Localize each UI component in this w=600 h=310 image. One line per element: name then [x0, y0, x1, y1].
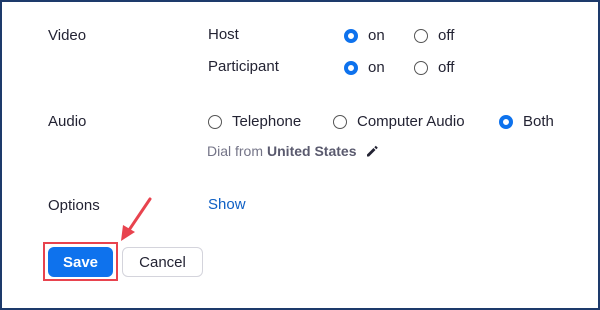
audio-computer-label: Computer Audio — [357, 113, 465, 130]
dial-from-country: United States — [267, 143, 357, 159]
cancel-button[interactable]: Cancel — [122, 247, 203, 277]
participant-on-label: on — [368, 59, 385, 76]
participant-off-option[interactable]: off — [414, 59, 454, 76]
options-label: Options — [48, 197, 100, 214]
audio-telephone-radio[interactable] — [208, 114, 222, 129]
host-on-radio[interactable] — [344, 28, 358, 43]
dial-from-row: Dial from United States — [207, 143, 379, 159]
participant-on-radio[interactable] — [344, 60, 358, 75]
participant-off-label: off — [438, 59, 455, 76]
show-options-link[interactable]: Show — [208, 196, 246, 213]
audio-both-option[interactable]: Both — [499, 113, 554, 130]
host-on-option[interactable]: on — [344, 27, 385, 44]
audio-telephone-label: Telephone — [232, 113, 302, 130]
dial-from-prefix: Dial from — [207, 143, 264, 159]
audio-computer-radio[interactable] — [333, 114, 347, 129]
audio-label: Audio — [48, 113, 87, 130]
participant-label: Participant — [208, 58, 279, 75]
audio-telephone-option[interactable]: Telephone — [208, 113, 301, 130]
pencil-icon[interactable] — [365, 144, 379, 158]
participant-on-option[interactable]: on — [344, 59, 385, 76]
host-on-label: on — [368, 27, 385, 44]
audio-computer-option[interactable]: Computer Audio — [333, 113, 465, 130]
participant-off-radio[interactable] — [414, 60, 428, 75]
audio-both-radio[interactable] — [499, 114, 513, 129]
video-label: Video — [48, 27, 87, 44]
host-off-radio[interactable] — [414, 28, 428, 43]
audio-both-label: Both — [523, 113, 554, 130]
host-off-label: off — [438, 27, 455, 44]
host-label: Host — [208, 26, 239, 43]
save-button[interactable]: Save — [48, 247, 113, 277]
red-arrow-icon — [121, 197, 152, 241]
host-off-option[interactable]: off — [414, 27, 454, 44]
